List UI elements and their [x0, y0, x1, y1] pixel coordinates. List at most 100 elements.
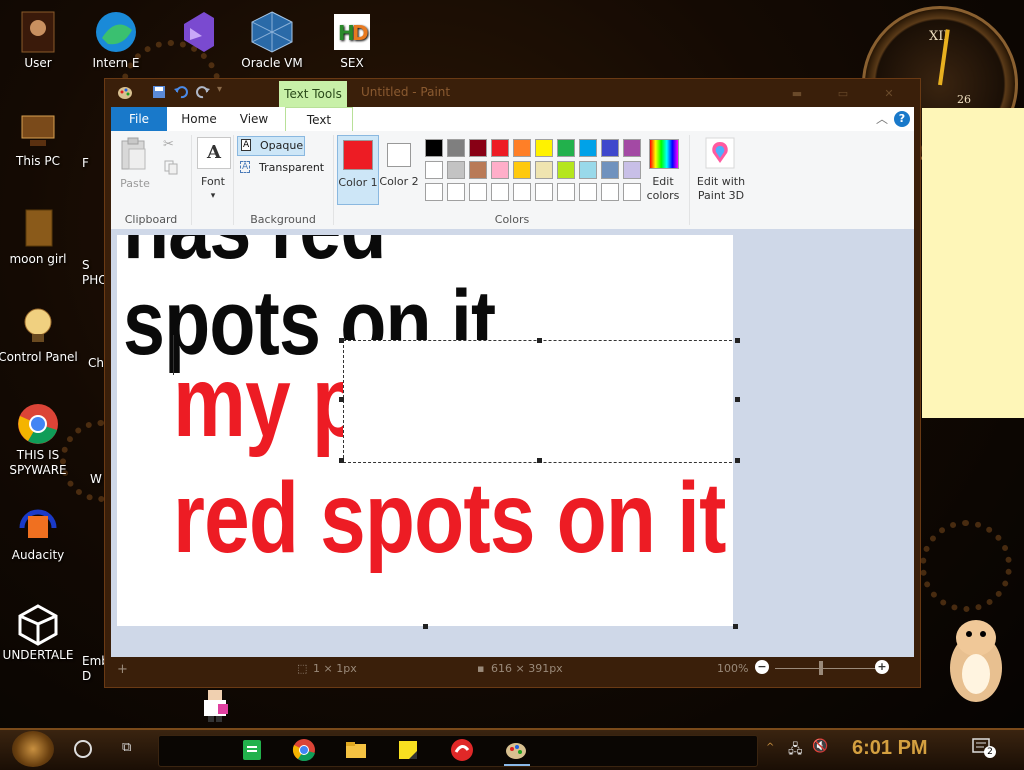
- palette-swatch[interactable]: [447, 183, 465, 201]
- close-button[interactable]: ✕: [873, 87, 905, 100]
- show-hidden-icons[interactable]: ^: [766, 742, 774, 753]
- search-icon[interactable]: [74, 740, 92, 758]
- start-button[interactable]: [12, 731, 54, 767]
- sheets-app-icon[interactable]: [240, 738, 264, 762]
- selection-handle[interactable]: [537, 458, 542, 463]
- selection-handle[interactable]: [735, 397, 740, 402]
- color1-selector[interactable]: Color 1: [337, 135, 379, 205]
- file-explorer-icon[interactable]: [344, 738, 368, 762]
- selection-handle[interactable]: [339, 338, 344, 343]
- clock-time[interactable]: 6:01 PM: [852, 737, 928, 760]
- network-icon[interactable]: 🖧: [788, 740, 804, 757]
- paint-app-icon[interactable]: [117, 84, 133, 100]
- desktop-icon-oracle-vm[interactable]: Oracle VM: [232, 10, 312, 71]
- palette-swatch[interactable]: [557, 183, 575, 201]
- desktop-icon-internet-explorer[interactable]: Intern E: [76, 10, 156, 71]
- palette-swatch[interactable]: [535, 183, 553, 201]
- help-icon[interactable]: ?: [894, 111, 910, 127]
- save-icon[interactable]: [151, 84, 167, 100]
- redo-icon[interactable]: [195, 84, 211, 100]
- palette-swatch[interactable]: [447, 161, 465, 179]
- palette-swatch[interactable]: [425, 183, 443, 201]
- edit-colors-icon[interactable]: [649, 139, 679, 169]
- desktop-icon-undertale[interactable]: UNDERTALE: [0, 602, 78, 663]
- pixel-character-icon[interactable]: [200, 688, 232, 724]
- customize-quick-access-icon[interactable]: ▾: [217, 84, 233, 100]
- desktop-icon-user[interactable]: User: [0, 10, 78, 71]
- palette-swatch[interactable]: [491, 183, 509, 201]
- palette-swatch[interactable]: [557, 161, 575, 179]
- color2-selector[interactable]: Color 2: [379, 135, 419, 203]
- collapse-ribbon-icon[interactable]: ︿: [876, 110, 888, 127]
- palette-swatch[interactable]: [425, 139, 443, 157]
- palette-swatch[interactable]: [579, 183, 597, 201]
- edit-colors-button[interactable]: Edit colors: [641, 175, 685, 203]
- selection-handle[interactable]: [339, 397, 344, 402]
- desktop-icon-sex[interactable]: HD SEX: [312, 10, 392, 71]
- edit-with-paint-3d-button[interactable]: Edit with Paint 3D: [691, 175, 751, 203]
- palette-swatch[interactable]: [513, 139, 531, 157]
- desktop-icon-audacity[interactable]: Audacity: [0, 502, 78, 563]
- text-selection-box[interactable]: [343, 340, 733, 463]
- tab-text[interactable]: Text: [285, 107, 353, 132]
- desktop-icon-visual-studio[interactable]: [156, 10, 236, 56]
- desktop-icon-partial[interactable]: F: [82, 156, 106, 171]
- palette-swatch[interactable]: [601, 139, 619, 157]
- desktop-icon-this-is-spyware[interactable]: THIS IS SPYWARE: [0, 402, 78, 478]
- palette-swatch[interactable]: [557, 139, 575, 157]
- notifications-icon[interactable]: 2: [972, 738, 996, 758]
- paint-3d-icon[interactable]: [705, 137, 735, 169]
- canvas-resize-handle[interactable]: [423, 624, 428, 629]
- zoom-slider[interactable]: [775, 668, 879, 669]
- drawing-canvas[interactable]: has red spots on it my p red spots on it: [117, 235, 733, 626]
- copy-icon[interactable]: [163, 159, 179, 175]
- desktop-icon-this-pc[interactable]: This PC: [0, 108, 78, 169]
- font-button[interactable]: Font: [193, 175, 233, 189]
- selection-handle[interactable]: [339, 458, 344, 463]
- task-view-icon[interactable]: ⧉: [122, 740, 138, 755]
- palette-swatch[interactable]: [491, 139, 509, 157]
- palette-swatch[interactable]: [623, 139, 641, 157]
- paste-icon[interactable]: [119, 137, 149, 171]
- palette-swatch[interactable]: [513, 183, 531, 201]
- selection-handle[interactable]: [537, 338, 542, 343]
- canvas-resize-handle[interactable]: [733, 624, 738, 629]
- tab-view[interactable]: View: [229, 107, 279, 131]
- desktop-icon-moon-girl[interactable]: moon girl: [0, 206, 78, 267]
- opaque-option[interactable]: A Opaque: [237, 136, 305, 156]
- palette-swatch[interactable]: [579, 139, 597, 157]
- palette-swatch[interactable]: [425, 161, 443, 179]
- palette-swatch[interactable]: [469, 139, 487, 157]
- palette-swatch[interactable]: [623, 183, 641, 201]
- palette-swatch[interactable]: [579, 161, 597, 179]
- cut-icon[interactable]: ✂: [163, 137, 179, 153]
- selection-handle[interactable]: [735, 338, 740, 343]
- palette-swatch[interactable]: [469, 183, 487, 201]
- maximize-button[interactable]: ▭: [827, 87, 859, 100]
- chrome-taskbar-icon[interactable]: [292, 738, 316, 762]
- hamster-desktop-pet[interactable]: [945, 608, 1007, 704]
- tab-file[interactable]: File: [111, 107, 167, 131]
- minimize-button[interactable]: ▬: [781, 87, 813, 100]
- undo-icon[interactable]: [173, 84, 189, 100]
- paste-button[interactable]: Paste: [117, 177, 153, 191]
- palette-swatch[interactable]: [513, 161, 531, 179]
- zoom-in-button[interactable]: +: [875, 660, 889, 674]
- desktop-icon-partial[interactable]: S PHO: [82, 258, 108, 288]
- zoom-slider-thumb[interactable]: [819, 661, 823, 675]
- palette-swatch[interactable]: [601, 183, 619, 201]
- sticky-note[interactable]: [922, 108, 1024, 418]
- tab-home[interactable]: Home: [173, 107, 225, 131]
- palette-swatch[interactable]: [469, 161, 487, 179]
- sticky-notes-icon[interactable]: [396, 738, 420, 762]
- font-dropdown-icon[interactable]: ▾: [193, 189, 233, 203]
- font-icon[interactable]: A: [197, 137, 231, 169]
- volume-muted-icon[interactable]: 🔇: [812, 739, 832, 755]
- palette-swatch[interactable]: [535, 139, 553, 157]
- paint-taskbar-icon[interactable]: [504, 738, 528, 762]
- selection-handle[interactable]: [735, 458, 740, 463]
- palette-swatch[interactable]: [535, 161, 553, 179]
- transparent-option[interactable]: A Transparent: [237, 159, 327, 177]
- palette-swatch[interactable]: [623, 161, 641, 179]
- palette-swatch[interactable]: [491, 161, 509, 179]
